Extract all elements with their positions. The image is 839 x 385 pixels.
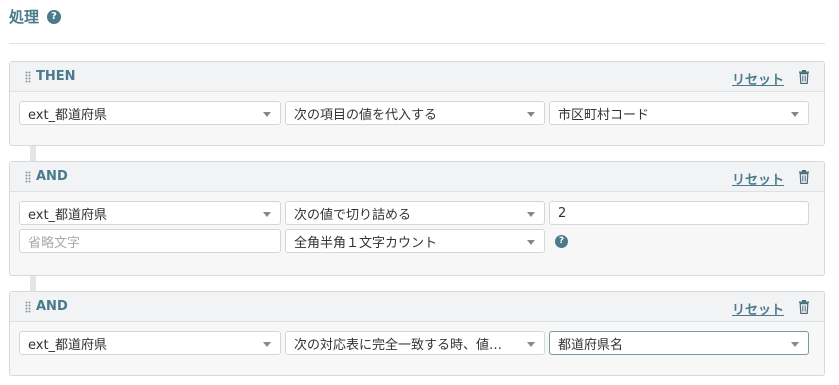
divider <box>9 43 825 44</box>
operation-select[interactable]: 次の項目の値を代入する <box>285 101 545 125</box>
chevron-down-icon <box>527 240 535 245</box>
field-select-value: ext_都道府県 <box>28 337 108 353</box>
value-select-value: 市区町村コード <box>558 107 650 123</box>
block-header: THEN リセット <box>10 62 824 92</box>
count-mode-select[interactable]: 全角半角１文字カウント <box>285 229 545 253</box>
trash-icon[interactable] <box>798 300 810 314</box>
help-icon[interactable]: ? <box>47 9 62 24</box>
condition-row: ext_都道府県 次の対応表に完全一致する時、値… 都道府県名 <box>19 331 815 355</box>
operation-select-value: 次の対応表に完全一致する時、値… <box>294 337 503 353</box>
chevron-down-icon <box>527 212 535 217</box>
and-block: AND リセット ext_都道府県 次の値で切り詰める 2 省略文字 全角半角１… <box>9 161 825 276</box>
and-block: AND リセット ext_都道府県 次の対応表に完全一致する時、値… 都道府県名 <box>9 291 825 376</box>
block-connector <box>30 145 36 162</box>
mapping-table-select-value: 都道府県名 <box>558 337 624 353</box>
help-icon[interactable]: ? <box>555 234 568 248</box>
reset-link[interactable]: リセット <box>732 69 784 88</box>
block-title: THEN <box>36 69 76 84</box>
length-input[interactable]: 2 <box>549 201 809 225</box>
chevron-down-icon <box>263 112 271 117</box>
drag-handle-icon[interactable] <box>25 71 31 83</box>
drag-handle-icon[interactable] <box>25 171 31 183</box>
chevron-down-icon <box>791 342 799 347</box>
chevron-down-icon <box>263 212 271 217</box>
omission-text-input[interactable]: 省略文字 <box>19 229 281 253</box>
reset-link[interactable]: リセット <box>732 299 784 318</box>
block-title: AND <box>36 169 68 184</box>
count-mode-select-value: 全角半角１文字カウント <box>294 235 438 251</box>
field-select-value: ext_都道府県 <box>28 107 108 123</box>
chevron-down-icon <box>527 112 535 117</box>
operation-select-value: 次の項目の値を代入する <box>294 107 438 123</box>
chevron-down-icon <box>527 342 535 347</box>
length-input-value: 2 <box>558 205 567 221</box>
block-header: AND リセット <box>10 292 824 322</box>
value-select[interactable]: 市区町村コード <box>549 101 809 125</box>
block-body: ext_都道府県 次の項目の値を代入する 市区町村コード <box>10 92 824 132</box>
block-connector <box>30 275 36 292</box>
then-block: THEN リセット ext_都道府県 次の項目の値を代入する 市区町村コード <box>9 61 825 146</box>
field-select[interactable]: ext_都道府県 <box>19 201 281 225</box>
drag-handle-icon[interactable] <box>25 301 31 313</box>
chevron-down-icon <box>263 342 271 347</box>
block-body: ext_都道府県 次の値で切り詰める 2 省略文字 全角半角１文字カウント ? <box>10 192 824 260</box>
block-title: AND <box>36 299 68 314</box>
trash-icon[interactable] <box>798 70 810 84</box>
operation-select[interactable]: 次の値で切り詰める <box>285 201 545 225</box>
block-body: ext_都道府県 次の対応表に完全一致する時、値… 都道府県名 <box>10 322 824 362</box>
condition-row: ext_都道府県 次の項目の値を代入する 市区町村コード <box>19 101 815 125</box>
section-title: 処理 <box>9 8 40 26</box>
chevron-down-icon <box>791 112 799 117</box>
operation-select-value: 次の値で切り詰める <box>294 207 412 223</box>
field-select[interactable]: ext_都道府県 <box>19 101 281 125</box>
condition-row: ext_都道府県 次の値で切り詰める 2 <box>19 201 815 225</box>
operation-select[interactable]: 次の対応表に完全一致する時、値… <box>285 331 545 355</box>
block-header: AND リセット <box>10 162 824 192</box>
section-header: 処理 ? <box>9 6 62 27</box>
omission-text-placeholder: 省略文字 <box>28 235 81 251</box>
reset-link[interactable]: リセット <box>732 169 784 188</box>
mapping-table-select[interactable]: 都道府県名 <box>549 331 809 355</box>
field-select[interactable]: ext_都道府県 <box>19 331 281 355</box>
field-select-value: ext_都道府県 <box>28 207 108 223</box>
condition-row: 省略文字 全角半角１文字カウント ? <box>19 229 815 253</box>
trash-icon[interactable] <box>798 170 810 184</box>
